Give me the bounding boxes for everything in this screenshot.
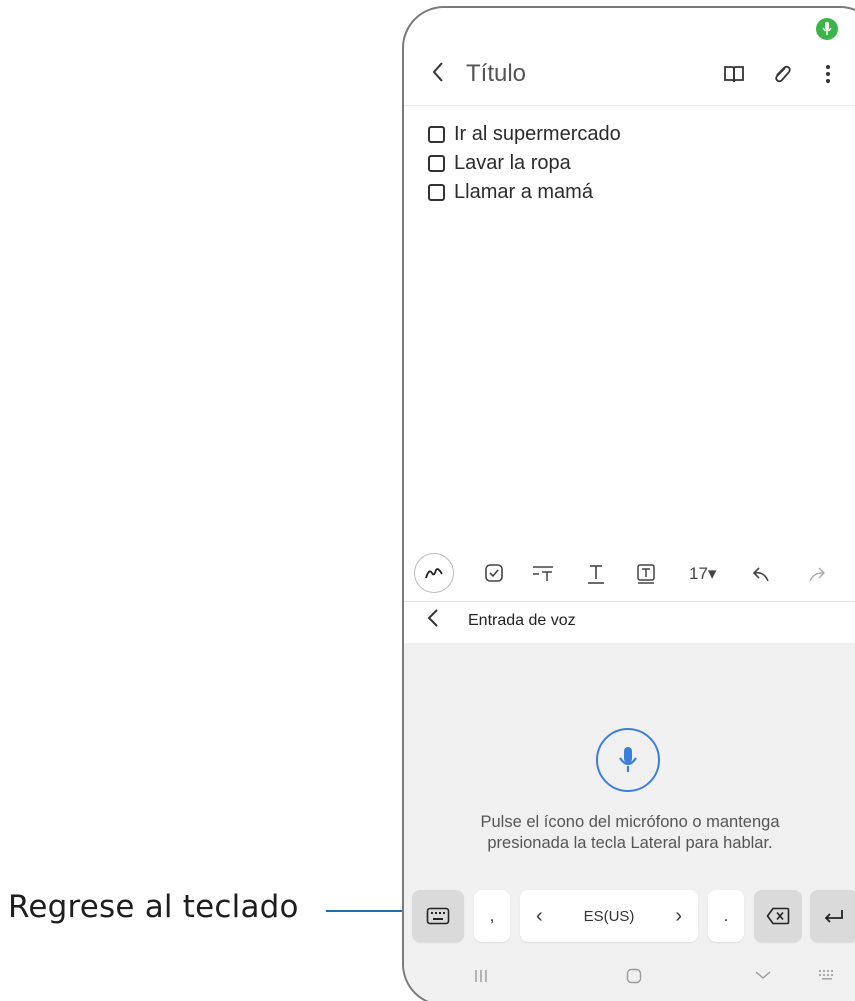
language-key[interactable]: ‹ ES(US) › bbox=[520, 890, 698, 942]
attach-icon[interactable] bbox=[770, 62, 796, 88]
microphone-icon[interactable] bbox=[596, 728, 660, 792]
voice-hint-line: Pulse el ícono del micrófono o mantenga bbox=[480, 813, 780, 831]
callout-line bbox=[326, 910, 414, 912]
voice-input-title: Entrada de voz bbox=[468, 612, 576, 629]
checklist-item[interactable]: Lavar la ropa bbox=[428, 149, 621, 178]
keyboard-bottom-row: , ‹ ES(US) › . bbox=[412, 890, 855, 944]
voice-input-panel: Pulse el ícono del micrófono o mantenga … bbox=[404, 643, 855, 1001]
app-header: Título bbox=[404, 8, 855, 108]
home-icon[interactable] bbox=[626, 968, 642, 989]
lang-prev-icon[interactable]: ‹ bbox=[536, 905, 543, 928]
font-size-dropdown[interactable]: 17▾ bbox=[689, 564, 716, 584]
checkbox[interactable] bbox=[428, 155, 445, 172]
checklist-item[interactable]: Llamar a mamá bbox=[428, 178, 621, 207]
voice-input-bar: Entrada de voz bbox=[404, 601, 855, 643]
header-divider bbox=[404, 105, 855, 106]
back-icon[interactable] bbox=[430, 60, 452, 90]
checkbox[interactable] bbox=[428, 126, 445, 143]
lang-next-icon[interactable]: › bbox=[675, 905, 682, 928]
callout-label: Regrese al teclado bbox=[8, 889, 299, 925]
text-box-icon[interactable] bbox=[636, 563, 658, 585]
phone-frame: Título Ir al supermercado Lavar la ropa … bbox=[402, 6, 855, 1001]
voice-back-icon[interactable] bbox=[426, 606, 440, 636]
language-label: ES(US) bbox=[583, 907, 635, 925]
period-key[interactable]: . bbox=[708, 890, 744, 942]
comma-key[interactable]: , bbox=[474, 890, 510, 942]
voice-hint: Pulse el ícono del micrófono o mantenga … bbox=[404, 812, 855, 854]
note-title[interactable]: Título bbox=[466, 60, 526, 88]
navigation-bar bbox=[404, 958, 855, 998]
checklist-item-label: Llamar a mamá bbox=[454, 181, 593, 203]
undo-icon[interactable] bbox=[750, 563, 772, 585]
nav-back-icon[interactable] bbox=[754, 968, 772, 986]
checkbox-icon[interactable] bbox=[484, 563, 506, 585]
checklist-item-label: Ir al supermercado bbox=[454, 123, 621, 145]
checklist-item-label: Lavar la ropa bbox=[454, 152, 571, 174]
checklist: Ir al supermercado Lavar la ropa Llamar … bbox=[428, 120, 621, 207]
backspace-icon[interactable] bbox=[754, 890, 802, 942]
keyboard-toggle-icon[interactable] bbox=[818, 968, 836, 986]
book-icon[interactable] bbox=[722, 62, 748, 88]
keyboard-icon[interactable] bbox=[412, 890, 464, 942]
more-options-icon[interactable] bbox=[816, 62, 842, 88]
checkbox[interactable] bbox=[428, 184, 445, 201]
format-toolbar: 17▾ bbox=[404, 551, 855, 599]
pen-icon[interactable] bbox=[414, 553, 454, 593]
recents-icon[interactable] bbox=[474, 968, 488, 989]
text-style-icon[interactable] bbox=[532, 563, 554, 585]
text-format-icon[interactable] bbox=[586, 563, 608, 585]
voice-hint-line: presionada la tecla Lateral para hablar. bbox=[487, 834, 773, 852]
enter-icon[interactable] bbox=[810, 890, 855, 942]
checklist-item[interactable]: Ir al supermercado bbox=[428, 120, 621, 149]
redo-icon[interactable] bbox=[806, 563, 828, 585]
